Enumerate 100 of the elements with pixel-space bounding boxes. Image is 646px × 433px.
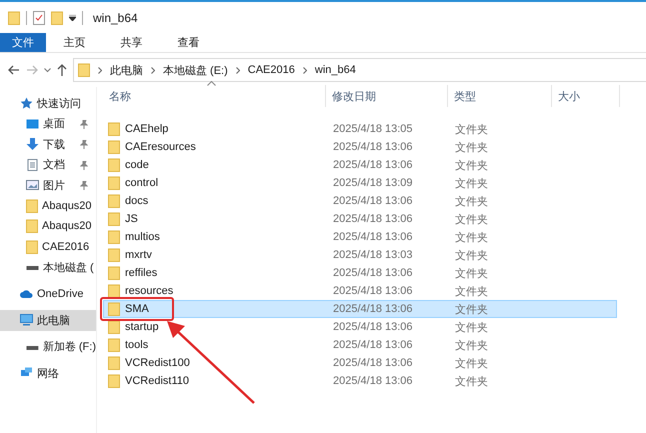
file-name: CAEresources: [125, 141, 196, 153]
type-cell-text: 文件夹: [455, 338, 488, 352]
date-cell: 2025/4/18 13:03: [333, 249, 413, 261]
date-cell: 2025/4/18 13:06: [333, 303, 413, 315]
sidebar-item[interactable]: 网络: [37, 366, 59, 381]
pin-icon[interactable]: [80, 181, 88, 190]
file-row[interactable]: CAEhelp 2025/4/18 13:05 文件夹: [103, 120, 617, 138]
chevron-icon: [302, 66, 307, 74]
breadcrumb-item[interactable]: win_b64: [314, 64, 356, 76]
folder-icon: [108, 212, 120, 226]
sidebar-item[interactable]: Abaqus20: [42, 200, 92, 212]
folder-icon: [108, 266, 120, 280]
file-row[interactable]: JS 2025/4/18 13:06 文件夹: [103, 210, 617, 228]
sidebar-item[interactable]: 本地磁盘 (: [43, 260, 94, 275]
breadcrumb-item[interactable]: 此电脑: [110, 62, 143, 78]
folder-icon: [78, 63, 90, 77]
type-cell-text: 文件夹: [455, 230, 488, 244]
column-header[interactable]: 类型: [448, 85, 552, 107]
up-icon[interactable]: [57, 64, 67, 76]
breadcrumb-item[interactable]: CAE2016: [248, 64, 295, 76]
ribbon-tab[interactable]: 共享: [103, 33, 160, 52]
column-header[interactable]: 大小: [552, 85, 620, 107]
date-cell: 2025/4/18 13:06: [333, 195, 413, 207]
sidebar-item[interactable]: OneDrive: [37, 288, 84, 300]
file-row[interactable]: mxrtv 2025/4/18 13:03 文件夹: [103, 246, 617, 264]
chevron-icon[interactable]: [44, 68, 51, 72]
file-name: VCRedist100: [125, 357, 190, 369]
file-row[interactable]: tools 2025/4/18 13:06 文件夹: [103, 336, 617, 354]
date-cell: 2025/4/18 13:06: [333, 231, 413, 243]
file-name: startup: [125, 321, 159, 333]
folder-icon: [108, 140, 120, 154]
date-cell: 2025/4/18 13:06: [333, 213, 413, 225]
date-cell: 2025/4/18 13:06: [333, 339, 413, 351]
column-header[interactable]: 名称: [103, 85, 326, 107]
folder-icon: [108, 176, 120, 190]
properties-icon[interactable]: [33, 10, 45, 24]
cloud-icon: [20, 288, 33, 300]
type-cell-text: 文件夹: [455, 266, 488, 280]
type-cell-text: 文件夹: [455, 320, 488, 334]
sidebar-item[interactable]: Abaqus20: [42, 220, 92, 232]
sidebar-item[interactable]: 快速访问: [37, 96, 81, 111]
document-icon: [26, 158, 39, 171]
sidebar-item[interactable]: 桌面: [43, 116, 65, 132]
file-name: docs: [125, 195, 148, 207]
type-cell-text: 文件夹: [455, 248, 488, 262]
date-cell: 2025/4/18 13:06: [333, 285, 413, 297]
file-name: VCRedist110: [125, 375, 189, 387]
folder-icon: [26, 240, 38, 254]
file-name: control: [125, 177, 158, 189]
file-row[interactable]: control 2025/4/18 13:09 文件夹: [103, 174, 617, 192]
sidebar-item[interactable]: 文档: [43, 157, 65, 172]
chevron-icon: [151, 66, 155, 74]
date-cell: 2025/4/18 13:06: [333, 357, 413, 369]
ribbon-tab[interactable]: 主页: [46, 33, 103, 52]
file-name: reffiles: [125, 267, 158, 279]
type-cell-text: 文件夹: [455, 176, 488, 190]
file-row[interactable]: SMA 2025/4/18 13:06 文件夹: [103, 300, 617, 318]
type-cell-text: 文件夹: [455, 374, 488, 388]
folder-icon: [108, 284, 120, 298]
type-cell-text: 文件夹: [455, 122, 488, 136]
file-row[interactable]: startup 2025/4/18 13:06 文件夹: [103, 318, 617, 336]
folder-icon: [108, 338, 120, 352]
date-cell: 2025/4/18 13:06: [333, 375, 413, 387]
computer-icon: [20, 314, 33, 326]
picture-icon: [26, 179, 39, 192]
file-name: CAEhelp: [125, 123, 168, 135]
download-icon: [26, 138, 39, 150]
sidebar-item[interactable]: 图片: [43, 178, 65, 193]
dropdown-icon[interactable]: [69, 14, 76, 20]
sidebar-item[interactable]: 新加卷 (F:): [42, 339, 96, 354]
folder-icon: [108, 374, 120, 388]
file-row[interactable]: reffiles 2025/4/18 13:06 文件夹: [103, 264, 617, 282]
file-row[interactable]: resources 2025/4/18 13:06 文件夹: [103, 282, 617, 300]
type-cell-text: 文件夹: [455, 302, 488, 316]
pin-icon[interactable]: [80, 140, 88, 149]
pin-icon[interactable]: [80, 160, 88, 170]
folder-icon: [108, 302, 120, 316]
ribbon-tab[interactable]: 文件: [0, 33, 46, 52]
pin-icon[interactable]: [80, 120, 88, 128]
file-name: mxrtv: [125, 249, 152, 261]
file-row[interactable]: VCRedist100 2025/4/18 13:06 文件夹: [103, 354, 617, 372]
sidebar-item[interactable]: CAE2016: [42, 240, 90, 253]
file-row[interactable]: VCRedist110 2025/4/18 13:06 文件夹: [103, 372, 617, 390]
file-row[interactable]: CAEresources 2025/4/18 13:06 文件夹: [103, 138, 617, 156]
file-row[interactable]: code 2025/4/18 13:06 文件夹: [103, 156, 617, 174]
type-cell-text: 文件夹: [455, 284, 488, 298]
file-row[interactable]: multios 2025/4/18 13:06 文件夹: [103, 228, 617, 246]
column-header[interactable]: 修改日期: [326, 85, 448, 107]
file-name: tools: [125, 339, 148, 351]
window-title: win_b64: [93, 10, 138, 24]
file-name: code: [125, 159, 149, 171]
file-row[interactable]: docs 2025/4/18 13:06 文件夹: [103, 192, 617, 210]
breadcrumb-item[interactable]: 本地磁盘 (E:): [163, 62, 228, 78]
folder-icon: [108, 122, 120, 136]
date-cell: 2025/4/18 13:05: [333, 123, 413, 135]
ribbon-tab[interactable]: 查看: [160, 33, 217, 52]
address-bar[interactable]: 此电脑 本地磁盘 (E:) CAE2016 win_b64: [73, 58, 646, 82]
back-icon[interactable]: [8, 65, 20, 75]
monitor-icon: [26, 118, 39, 130]
sidebar-item[interactable]: 下载: [43, 136, 65, 152]
